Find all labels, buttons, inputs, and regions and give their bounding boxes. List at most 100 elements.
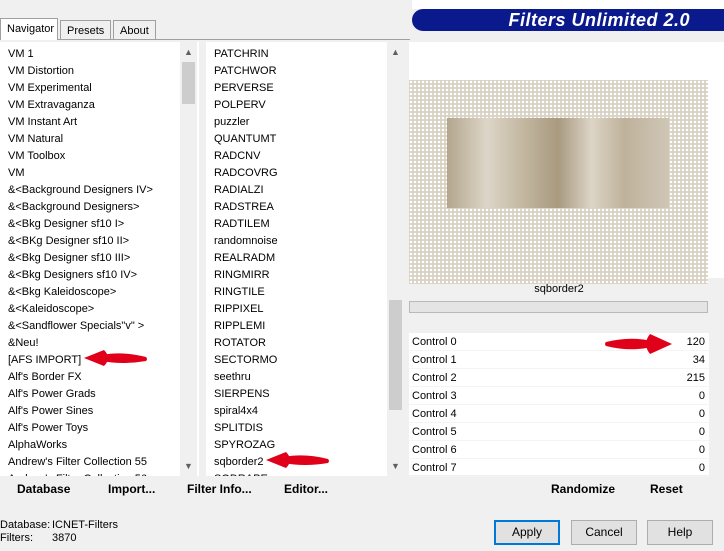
right-button-bar: Randomize Reset — [409, 478, 724, 502]
filter-scrollbar[interactable]: ▲ ▼ — [387, 42, 404, 476]
scroll-thumb[interactable] — [389, 300, 402, 410]
list-item[interactable]: Alf's Power Grads — [0, 386, 153, 403]
control-row[interactable]: Control 4 0 — [409, 405, 709, 423]
list-item[interactable]: VM 1 — [0, 46, 153, 63]
red-arrow-icon — [84, 350, 147, 366]
apply-button[interactable]: Apply — [494, 520, 560, 545]
list-item[interactable]: &<Bkg Designers sf10 IV> — [0, 267, 153, 284]
banner-title: Filters Unlimited 2.0 — [508, 10, 690, 30]
scroll-thumb[interactable] — [182, 62, 195, 104]
list-item[interactable]: Alf's Border FX — [0, 369, 153, 386]
list-item[interactable]: Alf's Power Toys — [0, 420, 153, 437]
list-item[interactable]: VM — [0, 165, 153, 182]
filters-count: 3870 — [52, 532, 77, 544]
list-item[interactable]: QUANTUMT — [206, 131, 278, 148]
list-item[interactable]: PATCHWOR — [206, 63, 278, 80]
control-value[interactable]: 215 — [687, 369, 705, 387]
tab-navigator[interactable]: Navigator — [0, 18, 58, 40]
control-label: Control 3 — [412, 390, 457, 402]
preview-inner-gradient — [447, 118, 669, 208]
editor-button[interactable]: Editor... — [284, 482, 328, 496]
list-item[interactable]: VM Toolbox — [0, 148, 153, 165]
list-item[interactable]: RIPPLEMI — [206, 318, 278, 335]
cancel-button[interactable]: Cancel — [571, 520, 637, 545]
database-value: ICNET-Filters — [52, 519, 118, 531]
list-item[interactable]: RADSTREA — [206, 199, 278, 216]
tab-bar: Navigator Presets About Filters Unlimite… — [0, 0, 724, 40]
list-item[interactable]: SECTORMO — [206, 352, 278, 369]
reset-button[interactable]: Reset — [650, 482, 683, 496]
control-value[interactable]: 34 — [693, 351, 705, 369]
control-row[interactable]: Control 7 0 — [409, 459, 709, 477]
list-item[interactable]: POLPERV — [206, 97, 278, 114]
list-item[interactable]: VM Instant Art — [0, 114, 153, 131]
list-item[interactable]: &<Bkg Kaleidoscope> — [0, 284, 153, 301]
list-item[interactable]: SIERPENS — [206, 386, 278, 403]
filter-items: PATCHRIN PATCHWOR PERVERSE POLPERV puzzler QU… — [206, 46, 278, 476]
left-button-bar: Database Import... Filter Info... Editor… — [0, 478, 406, 502]
list-item[interactable]: ROTATOR — [206, 335, 278, 352]
control-row[interactable]: Control 6 0 — [409, 441, 709, 459]
red-arrow-icon — [605, 334, 672, 354]
filter-list[interactable]: PATCHRIN PATCHWOR PERVERSE POLPERV puzzler QU… — [206, 42, 404, 476]
database-label: Database: — [0, 519, 51, 531]
list-item[interactable]: RADCNV — [206, 148, 278, 165]
control-value[interactable]: 0 — [699, 423, 705, 441]
list-item[interactable]: &<Bkg Designer sf10 I> — [0, 216, 153, 233]
control-label: Control 1 — [412, 354, 457, 366]
list-item[interactable]: Andrew's Filter Collection 55 — [0, 454, 153, 471]
list-item[interactable]: &<Sandflower Specials"v" > — [0, 318, 153, 335]
list-item[interactable]: REALRADM — [206, 250, 278, 267]
status-info: Database: ICNET-Filters Filters: 3870 — [0, 519, 118, 545]
banner-top — [412, 0, 724, 9]
category-scrollbar[interactable]: ▲ ▼ — [180, 42, 197, 476]
scroll-down-icon[interactable]: ▼ — [180, 458, 197, 475]
list-item[interactable]: &<Background Designers IV> — [0, 182, 153, 199]
list-item[interactable]: RINGMIRR — [206, 267, 278, 284]
control-value[interactable]: 0 — [699, 405, 705, 423]
list-item[interactable]: RINGTILE — [206, 284, 278, 301]
database-button[interactable]: Database — [17, 482, 70, 496]
list-item[interactable]: seethru — [206, 369, 278, 386]
list-item[interactable]: &<BKg Designer sf10 II> — [0, 233, 153, 250]
list-item[interactable]: RADTILEM — [206, 216, 278, 233]
list-item[interactable]: RADIALZI — [206, 182, 278, 199]
list-item[interactable]: AlphaWorks — [0, 437, 153, 454]
filter-info-button[interactable]: Filter Info... — [187, 482, 252, 496]
tab-about[interactable]: About — [113, 20, 156, 40]
control-value[interactable]: 0 — [699, 387, 705, 405]
list-item[interactable]: SQDRAPE — [206, 471, 278, 476]
list-item[interactable]: RADCOVRG — [206, 165, 278, 182]
control-label: Control 6 — [412, 444, 457, 456]
scroll-down-icon[interactable]: ▼ — [387, 458, 404, 475]
category-list[interactable]: VM 1 VM Distortion VM Experimental VM Extra… — [0, 42, 199, 476]
list-item[interactable]: RIPPIXEL — [206, 301, 278, 318]
list-item[interactable]: PATCHRIN — [206, 46, 278, 63]
import-button[interactable]: Import... — [108, 482, 155, 496]
control-value[interactable]: 0 — [699, 459, 705, 477]
scroll-up-icon[interactable]: ▲ — [180, 44, 197, 61]
control-value[interactable]: 0 — [699, 441, 705, 459]
list-item[interactable]: &<Background Designers> — [0, 199, 153, 216]
list-item[interactable]: PERVERSE — [206, 80, 278, 97]
control-row[interactable]: Control 5 0 — [409, 423, 709, 441]
list-item[interactable]: VM Distortion — [0, 63, 153, 80]
list-item[interactable]: Alf's Power Sines — [0, 403, 153, 420]
control-value[interactable]: 120 — [687, 333, 705, 351]
list-item[interactable]: &<Kaleidoscope> — [0, 301, 153, 318]
list-item[interactable]: spiral4x4 — [206, 403, 278, 420]
scroll-up-icon[interactable]: ▲ — [387, 44, 404, 61]
control-row[interactable]: Control 2 215 — [409, 369, 709, 387]
tab-presets[interactable]: Presets — [60, 20, 111, 40]
help-button[interactable]: Help — [647, 520, 713, 545]
list-item[interactable]: VM Experimental — [0, 80, 153, 97]
randomize-button[interactable]: Randomize — [551, 482, 615, 496]
list-item[interactable]: SPLITDIS — [206, 420, 278, 437]
list-item[interactable]: VM Extravaganza — [0, 97, 153, 114]
control-row[interactable]: Control 3 0 — [409, 387, 709, 405]
list-item[interactable]: puzzler — [206, 114, 278, 131]
list-item[interactable]: Andrew's Filter Collection 56 — [0, 471, 153, 476]
list-item[interactable]: &<Bkg Designer sf10 III> — [0, 250, 153, 267]
list-item[interactable]: randomnoise — [206, 233, 278, 250]
list-item[interactable]: VM Natural — [0, 131, 153, 148]
